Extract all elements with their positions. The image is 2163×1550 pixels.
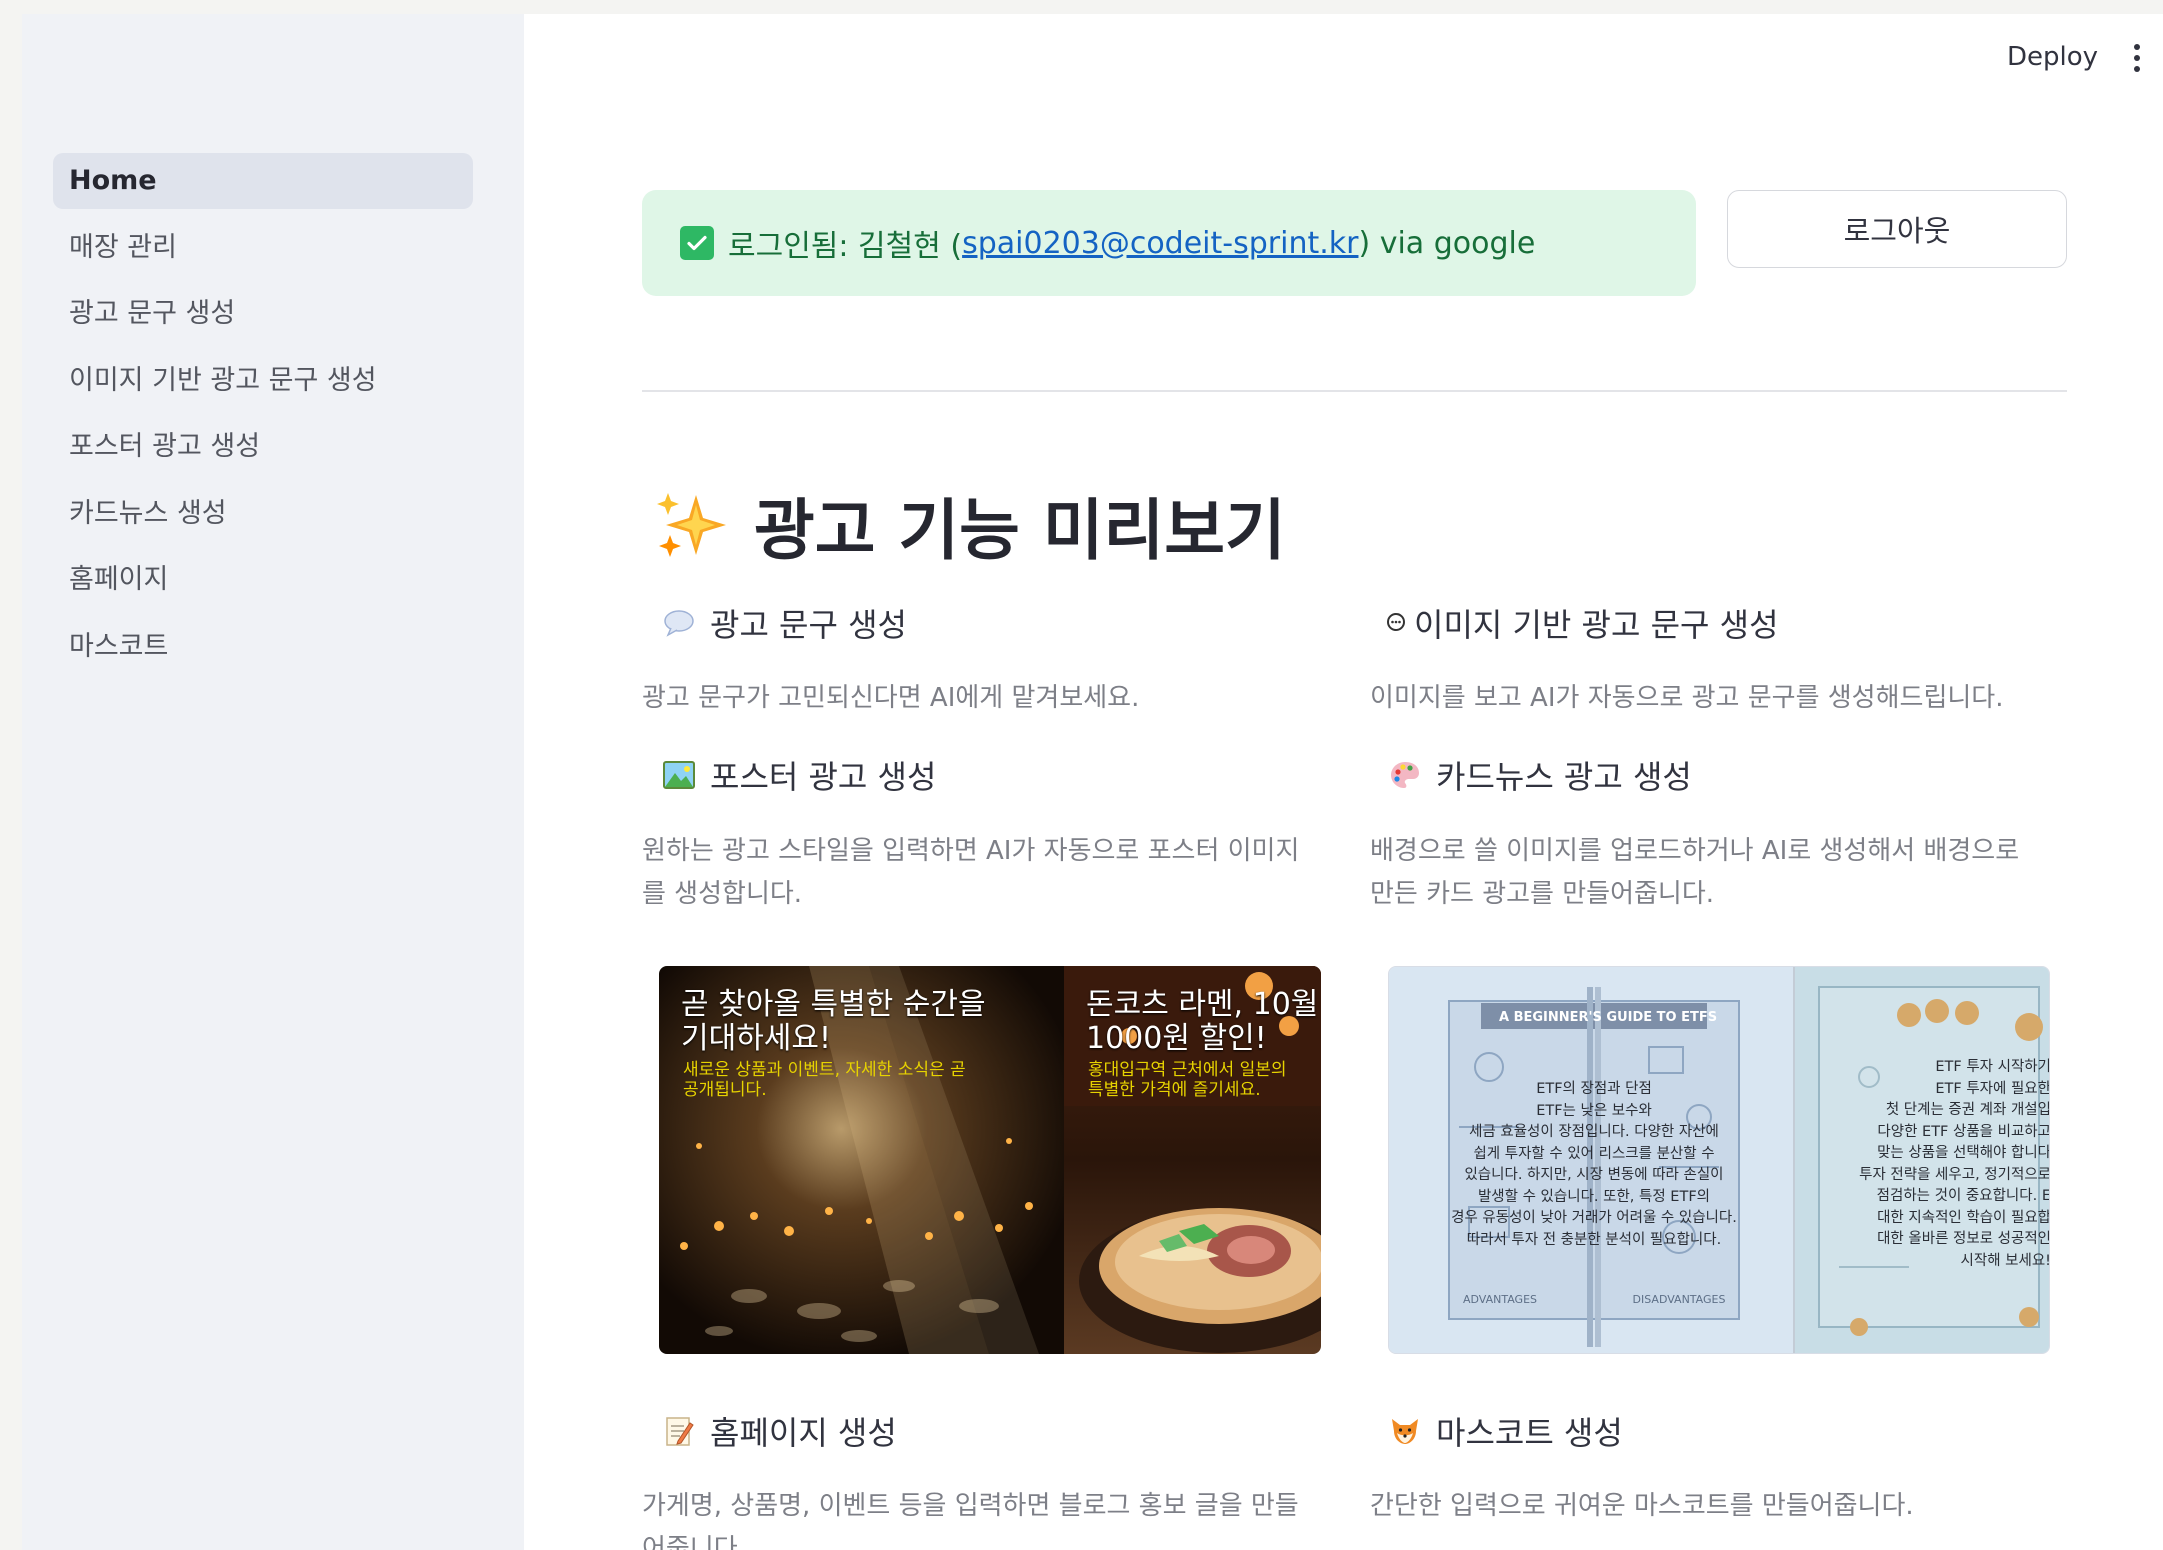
page-title-text: 광고 기능 미리보기 [754,492,1286,569]
sidebar-item-mascot[interactable]: 마스코트 [53,619,473,675]
cardnews-left-line: 쉽게 투자할 수 있어 리스크를 분산할 수 [1473,1145,1715,1162]
feature-ad-copy-desc: 광고 문구가 고민되신다면 AI에게 맡겨보세요. [642,683,1140,713]
cardnews-left-line: 경우 유동성이 낮아 거래가 어려울 수 있습니다. [1451,1210,1737,1226]
cardnews-disadvantages-label: DISADVANTAGES [1632,1293,1726,1306]
cardnews-left-line: ETF의 장점과 단점 [1536,1081,1652,1097]
fox-face-icon [1388,1414,1422,1448]
login-status-alert: 로그인됨: 김철현 (spai0203@codeit-sprint.kr) vi… [642,190,1696,296]
cardnews-left-line: 발생할 수 있습니다. 또한, 특정 ETF의 [1477,1188,1711,1205]
cardnews-right-text: ETF 투자 시작하기 ETF 투자에 필요한첫 단계는 증권 계좌 개설입다양한… [1807,1057,2050,1272]
feature-ad-copy-title: 광고 문구 생성 [662,600,907,646]
check-icon [680,226,714,260]
cardnews-preview-image: A BEGINNER'S GUIDE TO ETFS ETF의 장점과 단점 ET… [1388,966,2050,1354]
cardnews-banner: A BEGINNER'S GUIDE TO ETFS [1499,1010,1718,1025]
cardnews-right-line: ETF 투자 시작하기 [1935,1059,2050,1075]
feature-mascot-title: 마스코트 생성 [1388,1408,1623,1454]
cardnews-right-line: 투자 전략을 세우고, 정기적으로 [1859,1166,2050,1183]
cardnews-right-line: 첫 단계는 증권 계좌 개설입 [1885,1102,2050,1118]
login-suffix: ) via google [1358,225,1536,261]
cardnews-advantages-label: ADVANTAGES [1462,1293,1538,1306]
cardnews-right-line: 시작해 보세요! [1960,1252,2050,1269]
more-menu-icon[interactable] [2132,44,2142,76]
feature-homepage-desc: 가게명, 상품명, 이벤트 등을 입력하면 블로그 홍보 글을 만들 어줍니다. [642,1491,1299,1550]
cardnews-right-line: 점검하는 것이 중요합니다. E [1876,1188,2050,1204]
cardnews-left-text: ETF의 장점과 단점 ETF는 낮은 보수와세금 효율성이 장점입니다. 다양한… [1429,1079,1759,1251]
main-content: 로그인됨: 김철현 (spai0203@codeit-sprint.kr) vi… [642,0,2067,1550]
sidebar-item-image-ad-copy[interactable]: 이미지 기반 광고 문구 생성 [53,353,473,409]
framed-picture-icon [662,758,696,792]
poster-right-sub-1: 홍대입구역 근처에서 일본의 [1088,1060,1287,1080]
cardnews-left-line: 세금 효율성이 장점입니다. 다양한 자산에 [1469,1124,1719,1140]
feature-cardnews-title: 카드뉴스 광고 생성 [1388,752,1692,798]
cardnews-left-line: 있습니다. 하지만, 시장 변동에 따라 손실이 [1464,1167,1724,1183]
sidebar-item-homepage[interactable]: 홈페이지 [53,552,473,608]
poster-left-sub-2: 공개됩니다. [683,1080,767,1100]
cardnews-right-line: 대한 올바른 정보로 성공적인 [1877,1231,2050,1247]
left-strip [0,0,22,1550]
cardnews-left-line: ETF는 낮은 보수와 [1536,1102,1652,1119]
poster-preview-image: 곧 찾아올 특별한 순간을 기대하세요! 새로운 상품과 이벤트, 자세한 소식… [659,966,1321,1354]
sparkles-icon [657,493,726,557]
memo-icon [662,1414,696,1448]
cardnews-right-line: ETF 투자에 필요한 [1935,1080,2050,1097]
login-prefix: 로그인됨: 김철현 ( [728,229,963,264]
speech-bubble-icon [662,606,696,640]
feature-mascot-desc: 간단한 입력으로 귀여운 마스코트를 만들어줍니다. [1370,1491,1914,1521]
poster-left-sub-1: 새로운 상품과 이벤트, 자세한 소식은 곧 [683,1060,966,1080]
feature-image-copy-desc: 이미지를 보고 AI가 자동으로 광고 문구를 생성해드립니다. [1370,683,2004,713]
page-title: 광고 기능 미리보기 [654,480,1286,570]
poster-left-title-1: 곧 찾아올 특별한 순간을 [681,987,986,1022]
speech-balloon-icon [1384,606,1408,640]
poster-right-title-2: 1000원 할인! [1086,1021,1267,1056]
feature-cardnews-desc: 배경으로 쓸 이미지를 업로드하거나 AI로 생성해서 배경으로 만든 카드 광… [1370,836,2020,909]
logout-button[interactable]: 로그아웃 [1727,190,2067,268]
feature-homepage-title: 홈페이지 생성 [662,1408,897,1454]
feature-poster-desc: 원하는 광고 스타일을 입력하면 AI가 자동으로 포스터 이미지 를 생성합니… [642,836,1300,909]
sidebar-item-cardnews[interactable]: 카드뉴스 생성 [53,486,473,542]
feature-image-copy-title: 이미지 기반 광고 문구 생성 [1384,600,1779,646]
sidebar: Home 매장 관리 광고 문구 생성 이미지 기반 광고 문구 생성 포스터 … [22,14,524,1550]
cardnews-right-line: 다양한 ETF 상품을 비교하고 [1877,1123,2050,1140]
sidebar-item-poster[interactable]: 포스터 광고 생성 [53,419,473,475]
cardnews-right-line: 맞는 상품을 선택해야 합니다 [1877,1145,2050,1161]
feature-poster-title: 포스터 광고 생성 [662,752,936,798]
sidebar-nav: Home 매장 관리 광고 문구 생성 이미지 기반 광고 문구 생성 포스터 … [53,153,473,685]
poster-right-sub-2: 특별한 가격에 즐기세요. [1088,1080,1261,1100]
cardnews-right-line: 대한 지속적인 학습이 필요합 [1877,1209,2050,1226]
artist-palette-icon [1388,758,1422,792]
sidebar-item-store-management[interactable]: 매장 관리 [53,220,473,276]
poster-left-title-2: 기대하세요! [681,1021,832,1056]
login-email-link[interactable]: spai0203@codeit-sprint.kr [962,226,1358,261]
poster-right-title-1: 돈코츠 라멘, 10월 [1086,987,1319,1022]
sidebar-item-home[interactable]: Home [53,153,473,209]
cardnews-left-line: 따라서 투자 전 충분한 분석이 필요합니다. [1466,1231,1722,1248]
sidebar-item-ad-copy[interactable]: 광고 문구 생성 [53,286,473,342]
divider [642,390,2067,392]
